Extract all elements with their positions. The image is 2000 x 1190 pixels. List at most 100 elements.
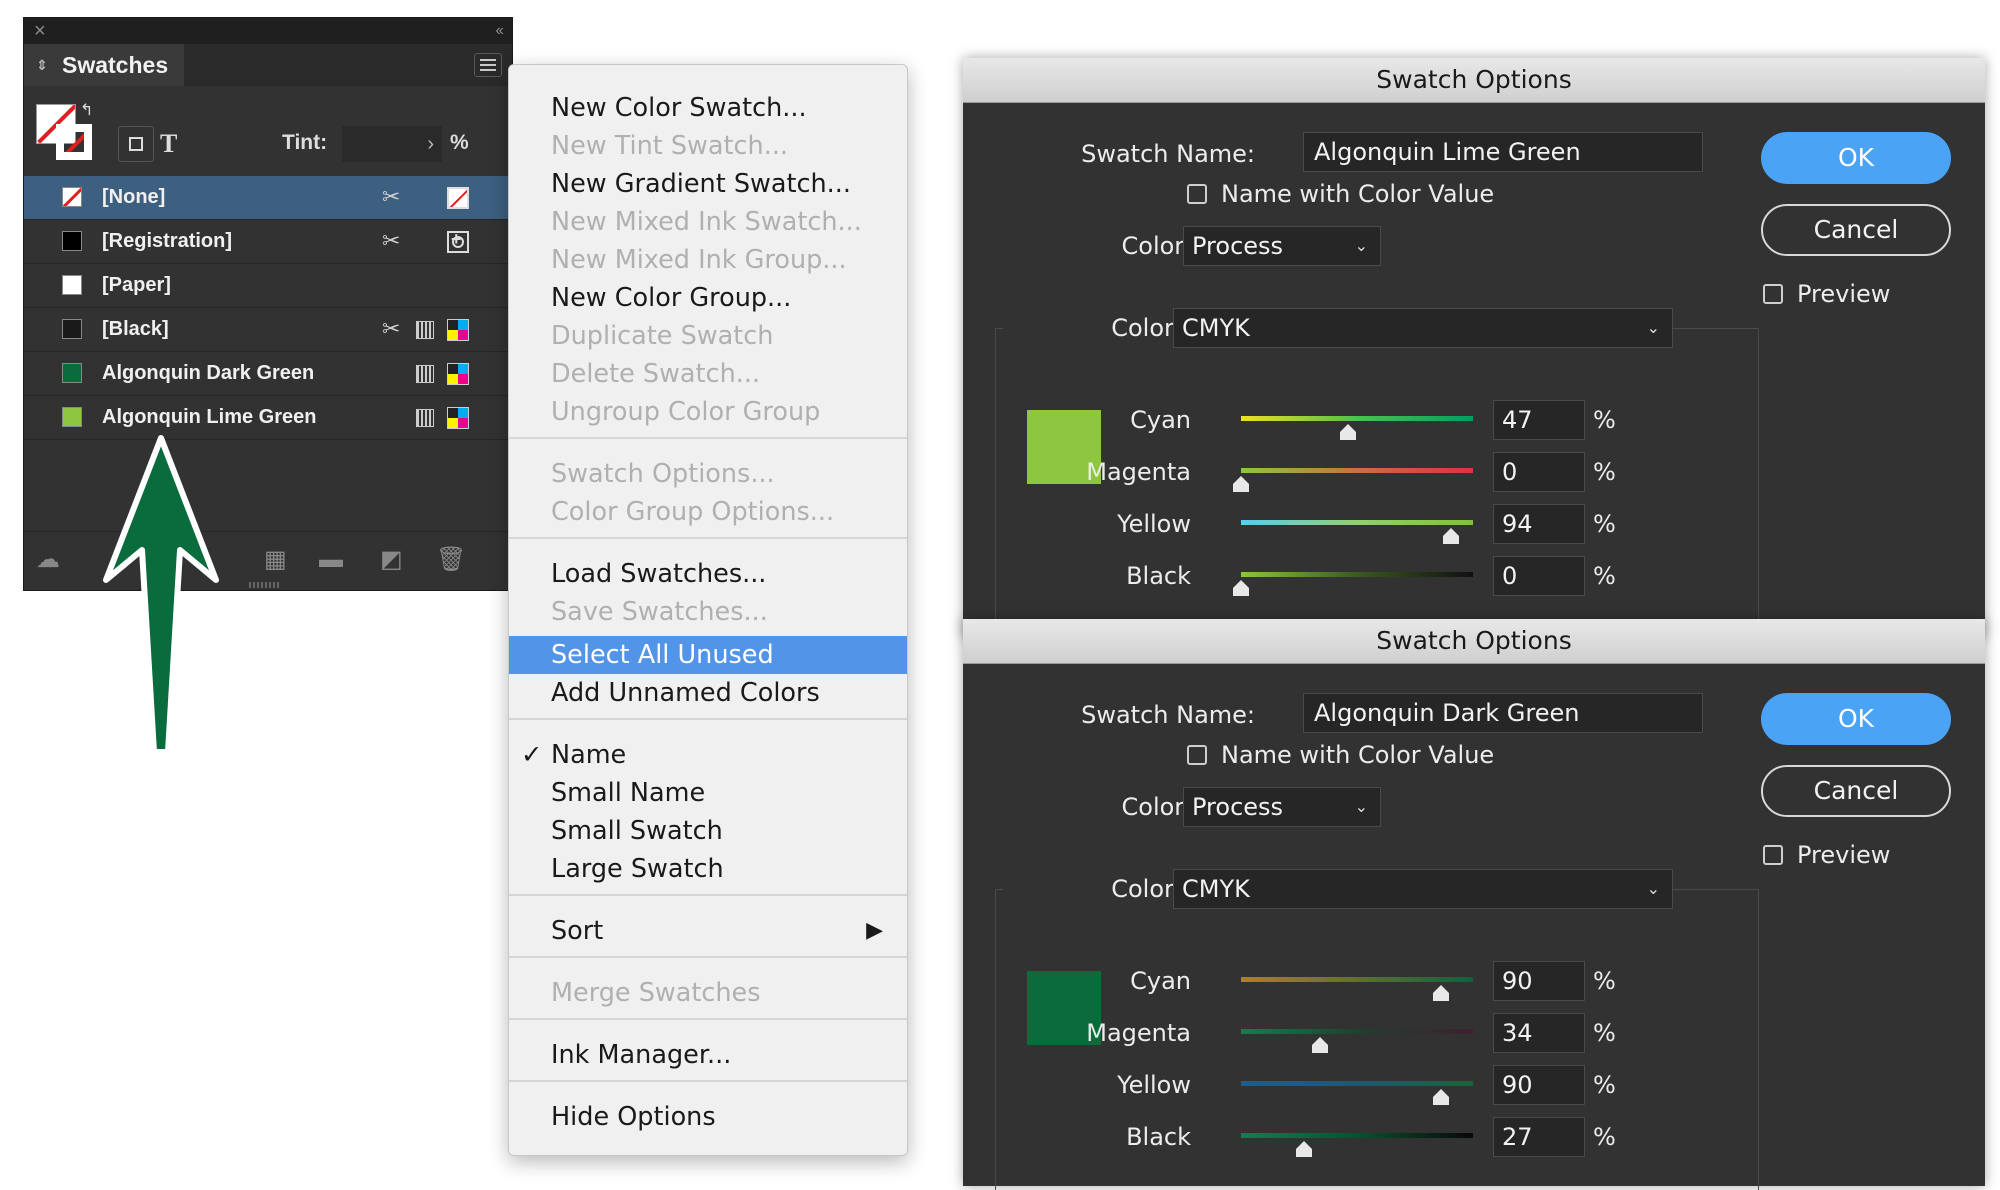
panel-menu-icon[interactable] [474,53,502,77]
magenta-unit: % [1593,458,1616,486]
formatting-container-icon[interactable] [118,126,154,162]
menu-item-view-large-swatch[interactable]: Large Swatch [509,850,907,888]
new-swatch-icon[interactable]: ◩ [380,546,403,574]
menu-item-load-swatches[interactable]: Load Swatches... [509,555,907,593]
swatch-row[interactable]: [None] ✂ [24,176,512,220]
menu-item-ink-manager[interactable]: Ink Manager... [509,1036,907,1074]
formatting-text-icon[interactable]: T [160,126,177,162]
black-slider-track[interactable] [1241,572,1473,577]
cyan-input[interactable]: 90 [1493,961,1585,1001]
yellow-slider-thumb[interactable] [1443,528,1459,544]
panel-tab-bar: ⇕ Swatches [24,44,512,86]
name-with-value-checkbox[interactable] [1187,745,1207,765]
cyan-slider-track[interactable] [1241,416,1473,421]
name-with-value-label: Name with Color Value [1221,741,1495,769]
ok-button[interactable]: OK [1761,132,1951,184]
yellow-input[interactable]: 90 [1493,1065,1585,1105]
color-mode-value: CMYK [1182,875,1250,903]
menu-item-new-color-group[interactable]: New Color Group... [509,279,907,317]
black-input[interactable]: 27 [1493,1117,1585,1157]
name-with-value-checkbox[interactable] [1187,184,1207,204]
cyan-slider-thumb[interactable] [1340,424,1356,440]
yellow-slider-thumb[interactable] [1433,1089,1449,1105]
menu-item-add-unnamed-colors[interactable]: Add Unnamed Colors [509,674,907,712]
swatch-chip [62,231,82,251]
swatch-row[interactable]: [Black] ✂ [24,308,512,352]
black-slider-thumb[interactable] [1233,580,1249,596]
menu-item-save-swatches: Save Swatches... [551,597,768,627]
magenta-input[interactable]: 34 [1493,1013,1585,1053]
yellow-label: Yellow [1117,1071,1191,1099]
annotation-arrow-icon [103,435,219,755]
magenta-slider-thumb[interactable] [1233,476,1249,492]
new-folder-icon[interactable]: ▬ [319,546,343,574]
color-type-select[interactable]: Process ⌄ [1183,787,1381,827]
menu-item-swatch-options: Swatch Options... [551,459,775,489]
yellow-slider-track[interactable] [1241,1081,1473,1086]
cloud-library-icon[interactable]: ☁ [36,546,60,574]
swatch-options-dialog: Swatch Options Swatch Name: Algonquin Li… [963,58,1985,649]
swatch-name: Algonquin Dark Green [102,362,315,384]
swatch-chip [62,187,82,207]
chevron-right-icon[interactable]: › [427,126,434,162]
cancel-button[interactable]: Cancel [1761,204,1951,256]
fill-stroke-icon[interactable]: ↰ [36,102,96,162]
menu-separator [509,537,907,539]
swatch-row[interactable]: [Registration] ✂ [24,220,512,264]
swatch-chip [62,275,82,295]
black-slider-thumb[interactable] [1296,1141,1312,1157]
black-slider-track[interactable] [1241,1133,1473,1138]
swap-fill-stroke-icon[interactable]: ↰ [80,100,93,120]
menu-item-sort[interactable]: Sort ▶ [509,912,907,950]
magenta-slider-track[interactable] [1241,1029,1473,1034]
cancel-button[interactable]: Cancel [1761,765,1951,817]
magenta-slider-thumb[interactable] [1312,1037,1328,1053]
menu-item-new-color-swatch[interactable]: New Color Swatch... [509,89,907,127]
swatch-row[interactable]: Algonquin Dark Green [24,352,512,396]
magenta-unit: % [1593,1019,1616,1047]
cyan-slider-track[interactable] [1241,977,1473,982]
menu-item-view-name[interactable]: ✓ Name [509,736,907,774]
chevron-down-icon: ⌄ [1354,236,1368,255]
tab-label: Swatches [62,52,169,78]
swatch-options-dialog: Swatch Options Swatch Name: Algonquin Da… [963,619,1985,1190]
menu-separator [509,894,907,896]
menu-item-view-small-name[interactable]: Small Name [509,774,907,812]
collapse-icon[interactable]: ‹‹ [495,20,504,42]
cyan-input[interactable]: 47 [1493,400,1585,440]
menu-item-new-mixed-ink-group: New Mixed Ink Group... [551,245,847,275]
menu-separator [509,437,907,439]
close-icon[interactable]: × [34,20,46,42]
swatch-row[interactable]: [Paper] [24,264,512,308]
tint-input[interactable]: › [342,126,442,162]
swatch-name-input[interactable]: Algonquin Dark Green [1303,693,1703,733]
tab-swatches[interactable]: ⇕ Swatches [24,44,184,86]
preview-checkbox[interactable] [1763,845,1783,865]
black-input[interactable]: 0 [1493,556,1585,596]
yellow-slider-track[interactable] [1241,520,1473,525]
menu-separator [509,1018,907,1020]
yellow-input[interactable]: 94 [1493,504,1585,544]
menu-item-new-gradient-swatch[interactable]: New Gradient Swatch... [509,165,907,203]
tint-label: Tint: [282,131,328,154]
menu-item-view-small-swatch[interactable]: Small Swatch [509,812,907,850]
trash-icon[interactable]: 🗑 [436,546,466,574]
cyan-slider-thumb[interactable] [1433,985,1449,1001]
stroke-none-icon[interactable] [56,124,92,160]
menu-item-hide-options[interactable]: Hide Options [509,1098,907,1136]
magenta-input[interactable]: 0 [1493,452,1585,492]
color-type-select[interactable]: Process ⌄ [1183,226,1381,266]
non-editable-icon: ✂ [382,228,401,253]
chevron-down-icon: ⌄ [1646,318,1660,337]
color-mode-select[interactable]: CMYK ⌄ [1173,869,1673,909]
color-mode-select[interactable]: CMYK ⌄ [1173,308,1673,348]
resize-grip[interactable] [249,582,279,588]
ok-button[interactable]: OK [1761,693,1951,745]
swatch-name-input[interactable]: Algonquin Lime Green [1303,132,1703,172]
tint-unit: % [450,131,469,154]
preview-checkbox[interactable] [1763,284,1783,304]
magenta-slider-track[interactable] [1241,468,1473,473]
cyan-label: Cyan [1130,967,1191,995]
show-swatch-kinds-icon[interactable]: ▦ [264,546,287,574]
menu-item-select-all-unused[interactable]: Select All Unused [509,636,907,674]
